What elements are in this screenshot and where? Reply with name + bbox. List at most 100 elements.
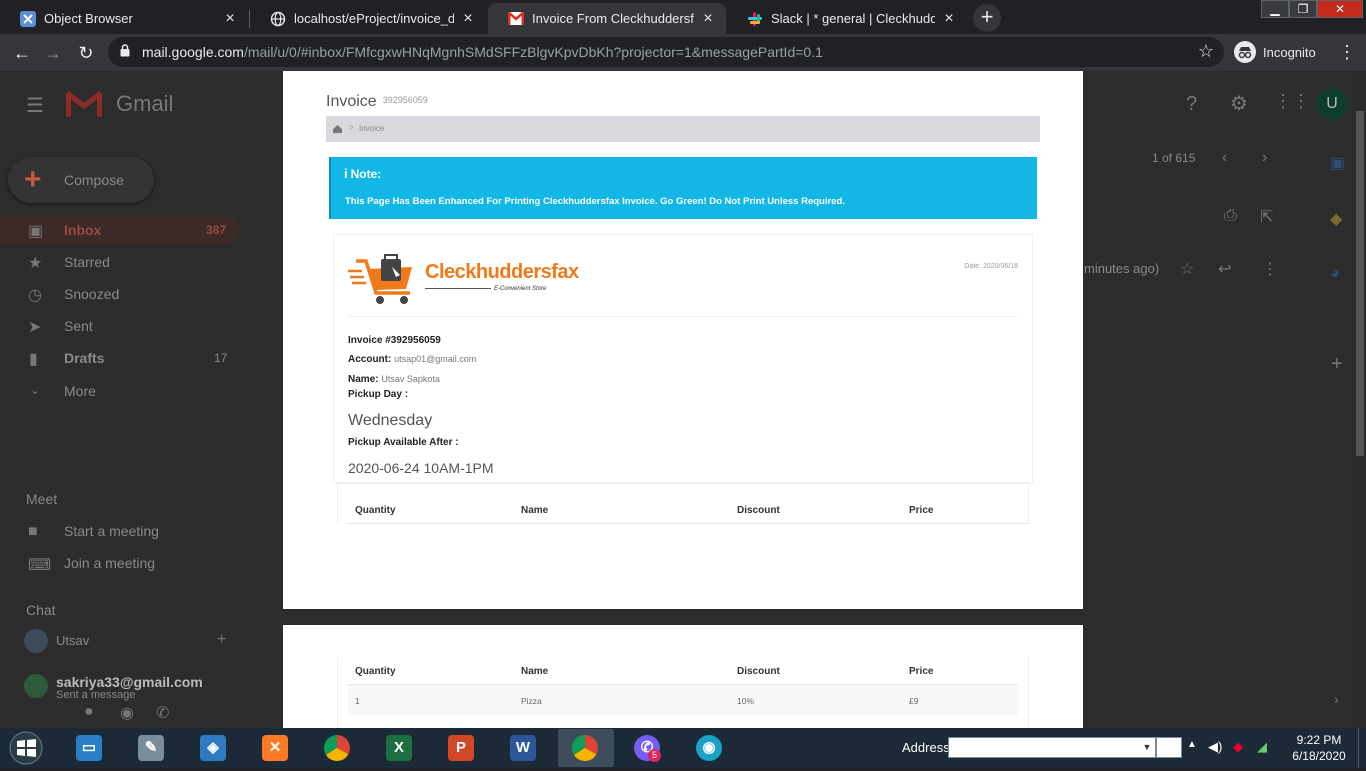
tab-slack[interactable]: Slack | * general | Cleckhuddersfa × [727, 3, 967, 34]
compose-button[interactable]: + Compose [8, 157, 154, 203]
minimize-button[interactable]: ▁ [1261, 0, 1289, 18]
taskbar-excel[interactable]: X [372, 729, 428, 767]
help-icon[interactable]: ? [1186, 93, 1197, 116]
tray-overflow-icon[interactable]: ▲ [1187, 739, 1197, 750]
taskbar-viber[interactable]: ✆ 5 [620, 729, 676, 767]
invoice-title: Invoice [326, 93, 377, 110]
more-vertical-icon[interactable]: ⋮ [1262, 259, 1278, 279]
tab-close-icon[interactable]: × [941, 10, 957, 28]
hamburger-menu-icon[interactable]: ☰ [26, 93, 44, 118]
tab-object-browser[interactable]: Object Browser × [0, 3, 248, 34]
invoice-page-1: Invoice 392956059 > Invoice i Note: This P… [283, 71, 1083, 609]
volume-icon[interactable]: ◀) [1208, 739, 1222, 755]
network-signal-icon[interactable]: ◢ [1257, 739, 1267, 755]
col-price: Price [909, 666, 934, 677]
phone-icon[interactable]: ✆ [156, 703, 169, 723]
open-new-window-icon[interactable]: ⇱ [1260, 207, 1273, 227]
taskbar-file-explorer[interactable]: ▭ [62, 729, 118, 767]
reload-button[interactable]: ↻ [73, 40, 99, 66]
tab-gmail-invoice[interactable]: Invoice From Cleckhuddersfax - u × [488, 3, 726, 34]
taskbar-paint[interactable]: ✎ [124, 729, 180, 767]
older-chevron-icon[interactable]: ‹ [1222, 149, 1227, 167]
hangouts-icon[interactable]: ◉ [120, 703, 134, 723]
address-go-box[interactable] [1156, 737, 1182, 758]
newer-chevron-icon[interactable]: › [1262, 149, 1267, 167]
add-chat-icon[interactable]: + [217, 631, 226, 649]
chevron-down-icon[interactable]: ▼ [1139, 738, 1155, 757]
sidebar-item-snoozed[interactable]: Snoozed [64, 286, 119, 302]
items-table-header-page1: Quantity Name Discount Price [337, 482, 1029, 524]
account-avatar[interactable]: U [1316, 88, 1348, 120]
sidebar-item-sent[interactable]: Sent [64, 318, 93, 334]
taskbar-chrome-active[interactable] [558, 729, 614, 767]
star-outline-icon[interactable]: ☆ [1180, 259, 1194, 279]
taskbar-word[interactable]: W [496, 729, 552, 767]
start-meeting-link[interactable]: Start a meeting [64, 523, 159, 539]
sidebar-item-inbox[interactable]: Inbox [64, 222, 101, 238]
print-icon[interactable]: ⎙ [1224, 207, 1237, 225]
taskbar-clock[interactable]: 9:22 PM 6/18/2020 [1284, 732, 1354, 764]
calendar-icon[interactable]: ▣ [1330, 153, 1345, 173]
maximize-button[interactable]: ❐ [1289, 0, 1317, 18]
tab-close-icon[interactable]: × [700, 10, 716, 28]
inbox-count: 387 [206, 223, 227, 237]
chat-user-name[interactable]: Utsav [56, 633, 89, 648]
person-icon[interactable]: ● [84, 703, 94, 721]
taskbar-chrome[interactable] [310, 729, 366, 767]
close-window-button[interactable]: ✕ [1317, 0, 1363, 18]
tab-close-icon[interactable]: × [460, 10, 476, 28]
xampp-x-icon [20, 10, 36, 27]
reply-icon[interactable]: ↩ [1218, 259, 1231, 279]
security-shield-icon[interactable]: ◆ [1233, 739, 1243, 755]
forward-button[interactable]: → [40, 40, 66, 66]
send-icon: ➤ [28, 319, 42, 336]
gmail-icon [508, 11, 524, 27]
bookmark-star-icon[interactable]: ☆ [1198, 41, 1214, 62]
taskbar-powerpoint[interactable]: P [434, 729, 490, 767]
invoice-page-2: Quantity Name Discount Price 1 Pizza 10%… [283, 625, 1083, 728]
meet-heading: Meet [26, 491, 58, 507]
plus-icon: + [24, 163, 42, 196]
keep-icon[interactable]: ◆ [1330, 209, 1342, 229]
tab-title: Invoice From Cleckhuddersfax - u [532, 11, 694, 26]
clock-time: 9:22 PM [1296, 733, 1342, 747]
browser-menu-icon[interactable]: ⋮ [1338, 42, 1356, 63]
incognito-label: Incognito [1263, 44, 1316, 60]
cell-quantity: 1 [355, 696, 360, 706]
side-panel-toggle-icon[interactable]: › [1334, 691, 1339, 707]
brand-tagline: E-Convenient Store [494, 286, 547, 292]
get-addons-icon[interactable]: + [1331, 353, 1343, 376]
apps-grid-icon[interactable]: ⋮⋮ [1274, 91, 1310, 112]
note-heading-row: i Note: [344, 166, 381, 181]
chat-contact-email[interactable]: sakriya33@gmail.com [56, 674, 203, 690]
address-toolbar-input[interactable]: ▼ [948, 737, 1156, 758]
name-label: Name: [348, 374, 379, 385]
back-button[interactable]: ← [9, 40, 35, 66]
cell-discount: 10% [737, 696, 755, 706]
address-bar[interactable]: mail.google.com/mail/u/0/#inbox/FMfcgxwH… [108, 37, 1224, 67]
name-value: Utsav Sapkota [381, 374, 440, 384]
tab-localhost-invoice[interactable]: localhost/eProject/invoice_downl × [250, 3, 486, 34]
home-icon[interactable] [333, 125, 342, 133]
join-meeting-link[interactable]: Join a meeting [64, 555, 155, 571]
new-tab-button[interactable]: + [973, 4, 1001, 32]
pickup-day-value: Wednesday [348, 412, 433, 429]
cell-name: Pizza [521, 696, 542, 706]
incognito-indicator[interactable]: Incognito [1234, 41, 1316, 63]
col-price: Price [909, 505, 934, 516]
gmail-scrollbar[interactable] [1354, 71, 1366, 728]
account-value: utsap01@gmail.com [394, 354, 477, 364]
taskbar-virtualbox[interactable]: ◈ [186, 729, 242, 767]
gmail-logo-text: Gmail [116, 91, 174, 116]
show-desktop-button[interactable] [1358, 728, 1366, 768]
sidebar-item-more[interactable]: More [64, 383, 96, 399]
taskbar-xampp[interactable]: ✕ [248, 729, 304, 767]
scrollbar-thumb[interactable] [1356, 111, 1364, 456]
sidebar-item-starred[interactable]: Starred [64, 254, 110, 270]
tasks-icon[interactable]: ◕ [1330, 265, 1340, 283]
sidebar-item-drafts[interactable]: Drafts [64, 350, 104, 366]
taskbar-vpn[interactable]: ◉ [682, 729, 738, 767]
tab-close-icon[interactable]: × [222, 10, 238, 28]
settings-gear-icon[interactable]: ⚙ [1230, 91, 1248, 116]
start-button[interactable] [6, 730, 46, 766]
